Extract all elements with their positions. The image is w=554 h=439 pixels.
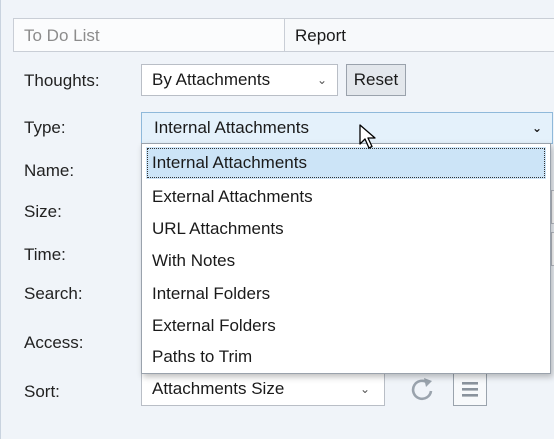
- report-panel: To Do List Report Thoughts: By Attachmen…: [0, 0, 554, 439]
- tab-report[interactable]: Report: [285, 18, 554, 52]
- type-option[interactable]: Paths to Trim: [146, 341, 546, 373]
- tab-strip: To Do List Report: [13, 18, 554, 52]
- sort-select-value: Attachments Size: [152, 379, 285, 398]
- reset-button[interactable]: Reset: [346, 64, 406, 96]
- type-select[interactable]: Internal Attachments ⌄: [141, 112, 553, 144]
- thoughts-select[interactable]: By Attachments ⌄: [141, 64, 338, 96]
- type-option[interactable]: Internal Folders: [146, 278, 546, 310]
- size-label: Size:: [24, 202, 62, 221]
- type-label: Type:: [24, 118, 66, 137]
- menu-icon[interactable]: [453, 372, 487, 406]
- chevron-down-icon: ⌄: [359, 382, 370, 396]
- search-label: Search:: [24, 284, 83, 303]
- type-option[interactable]: External Folders: [146, 310, 546, 342]
- type-dropdown-list: Internal Attachments External Attachment…: [141, 143, 551, 374]
- type-option[interactable]: URL Attachments: [146, 213, 546, 245]
- thoughts-label: Thoughts:: [24, 71, 100, 90]
- type-option[interactable]: External Attachments: [146, 181, 546, 213]
- type-option[interactable]: With Notes: [146, 245, 546, 277]
- time-label: Time:: [24, 245, 66, 264]
- type-select-value: Internal Attachments: [154, 118, 309, 137]
- sort-label: Sort:: [24, 382, 60, 401]
- mouse-cursor-icon: [358, 124, 378, 155]
- chevron-down-icon: ⌄: [531, 121, 542, 135]
- sort-select[interactable]: Attachments Size ⌄: [141, 372, 385, 406]
- type-option[interactable]: Internal Attachments: [146, 147, 546, 179]
- chevron-down-icon: ⌄: [316, 73, 327, 87]
- tab-to-do-list[interactable]: To Do List: [13, 18, 285, 52]
- access-label: Access:: [24, 333, 84, 352]
- thoughts-select-value: By Attachments: [152, 70, 271, 89]
- name-label: Name:: [24, 161, 75, 180]
- refresh-icon[interactable]: [405, 372, 439, 406]
